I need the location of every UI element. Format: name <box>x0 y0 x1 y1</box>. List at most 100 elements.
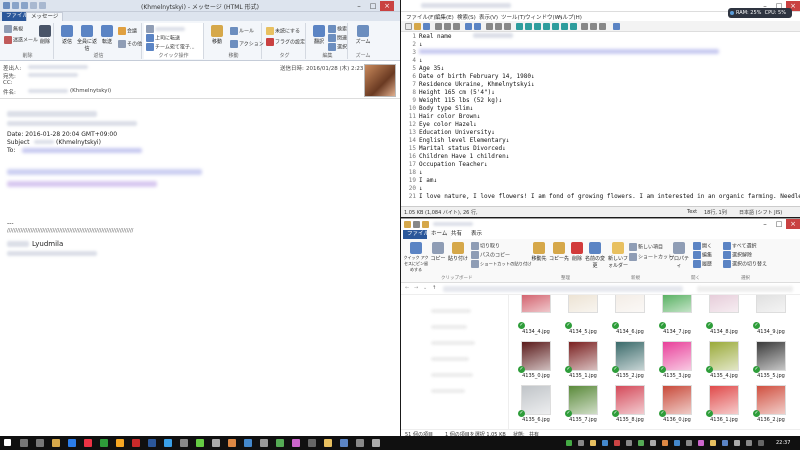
forward-button[interactable]: 転送 <box>96 25 118 45</box>
taskbar-app-icon[interactable] <box>292 439 300 447</box>
file-thumbnail[interactable] <box>709 385 739 415</box>
find-next-icon[interactable] <box>495 23 502 30</box>
search-box-blurred[interactable] <box>697 286 793 292</box>
save-icon[interactable] <box>3 2 10 9</box>
meeting-button[interactable]: 会議 <box>118 27 137 35</box>
toolbar-tool-icon[interactable] <box>552 23 559 30</box>
menu-view[interactable]: 表示(V) <box>479 13 498 21</box>
taskbar-app-icon[interactable] <box>324 439 332 447</box>
file-name[interactable]: 4135_8.jpg <box>610 417 650 423</box>
copy-button[interactable]: コピー <box>429 242 447 262</box>
tray-icon[interactable] <box>686 440 692 446</box>
file-name[interactable]: 4135_1.jpg <box>563 373 603 379</box>
junk-button[interactable]: 迷惑メール <box>4 36 38 44</box>
tray-icon[interactable] <box>710 440 716 446</box>
up-arrow-icon[interactable]: ↑ <box>432 285 436 291</box>
file-thumbnail[interactable] <box>756 295 786 313</box>
reply-all-button[interactable]: 全員に返信 <box>76 25 98 52</box>
outlook-taskbar-icon[interactable] <box>148 439 156 447</box>
tab-share[interactable]: 共有 <box>447 230 466 239</box>
tray-icon[interactable] <box>638 440 644 446</box>
tray-icon[interactable] <box>614 440 620 446</box>
maximize-icon[interactable]: □ <box>772 219 786 229</box>
settings-icon[interactable] <box>599 23 606 30</box>
menu-tools[interactable]: ツール(T) <box>501 13 525 21</box>
task-view-icon[interactable] <box>36 439 44 447</box>
quick-step-blurred[interactable] <box>146 25 185 33</box>
file-thumbnail[interactable] <box>709 295 739 313</box>
toolbar-tool-icon[interactable] <box>525 23 532 30</box>
cut-button[interactable]: 切り取り <box>471 242 500 250</box>
paste-icon[interactable] <box>453 23 460 30</box>
copy-to-button[interactable]: コピー先 <box>549 242 569 262</box>
taskbar-app-icon[interactable] <box>372 439 380 447</box>
file-thumbnail[interactable] <box>521 341 551 371</box>
properties-icon[interactable] <box>413 221 420 228</box>
file-thumbnail[interactable] <box>756 341 786 371</box>
paste-shortcut-button[interactable]: ショートカットの貼り付け <box>471 260 532 268</box>
file-explorer-icon[interactable] <box>52 439 60 447</box>
taskbar-app-icon[interactable] <box>180 439 188 447</box>
actions-button[interactable]: アクション <box>230 40 264 48</box>
network-icon[interactable] <box>722 440 728 446</box>
file-name[interactable]: 4134_9.jpg <box>751 329 791 335</box>
volume-icon[interactable] <box>734 440 740 446</box>
ignore-button[interactable]: 無視 <box>4 25 23 33</box>
cut-icon[interactable] <box>435 23 442 30</box>
select-all-button[interactable]: すべて選択 <box>723 242 756 250</box>
team-email-button[interactable]: チーム宛て電子... <box>146 43 195 51</box>
file-thumbnail[interactable] <box>662 385 692 415</box>
file-name[interactable]: 4134_6.jpg <box>610 329 650 335</box>
tray-icon[interactable] <box>590 440 596 446</box>
replace-icon[interactable] <box>504 23 511 30</box>
undo-icon[interactable] <box>12 2 19 9</box>
taskbar-clock[interactable]: 22:37 <box>776 440 790 446</box>
tray-icon[interactable] <box>578 440 584 446</box>
menu-file[interactable]: ファイル(F) <box>406 13 435 21</box>
windows-start-icon[interactable] <box>4 439 11 446</box>
forward-arrow-icon[interactable]: → <box>414 285 418 291</box>
toolbar-tool-icon[interactable] <box>534 23 541 30</box>
redo-icon[interactable] <box>21 2 28 9</box>
taskbar-app-icon[interactable] <box>212 439 220 447</box>
followup-button[interactable]: フラグの設定 <box>266 38 305 46</box>
undo-icon[interactable] <box>465 23 472 30</box>
taskbar-app-icon[interactable] <box>132 439 140 447</box>
link-icon[interactable] <box>613 23 620 30</box>
toolbar-tool-icon[interactable] <box>561 23 568 30</box>
file-name[interactable]: 4134_4.jpg <box>516 329 556 335</box>
file-name[interactable]: 4134_5.jpg <box>563 329 603 335</box>
rename-button[interactable]: 名前の変更 <box>585 242 605 269</box>
nav-item-blurred[interactable] <box>431 341 475 345</box>
file-thumbnail[interactable] <box>756 385 786 415</box>
close-icon[interactable]: × <box>786 219 800 229</box>
open-button[interactable]: 開く <box>693 242 712 250</box>
taskbar-app-icon[interactable] <box>276 439 284 447</box>
move-to-button[interactable]: 移動先 <box>529 242 549 262</box>
delete-button[interactable]: 削除 <box>34 25 56 45</box>
tab-message[interactable]: メッセージ <box>26 12 64 21</box>
tray-icon[interactable] <box>602 440 608 446</box>
tray-icon[interactable] <box>662 440 668 446</box>
nav-item-blurred[interactable] <box>431 389 465 393</box>
new-file-icon[interactable] <box>405 23 412 30</box>
edit-button[interactable]: 編集 <box>693 251 712 259</box>
taskbar-app-icon[interactable] <box>196 439 204 447</box>
properties-button[interactable]: プロパティ <box>667 242 691 269</box>
file-name[interactable]: 4136_0.jpg <box>657 417 697 423</box>
file-name[interactable]: 4135_4.jpg <box>704 373 744 379</box>
menu-edit[interactable]: 編集(E) <box>435 13 454 21</box>
tray-icon[interactable] <box>626 440 632 446</box>
blurred-email-link[interactable] <box>22 148 142 153</box>
new-folder-icon[interactable] <box>422 221 429 228</box>
down-arrow-icon[interactable] <box>39 2 46 9</box>
file-name[interactable]: 4135_3.jpg <box>657 373 697 379</box>
file-name[interactable]: 4135_2.jpg <box>610 373 650 379</box>
tray-icon[interactable] <box>698 440 704 446</box>
notification-icon[interactable] <box>758 440 764 446</box>
taskbar-app-icon[interactable] <box>340 439 348 447</box>
file-thumbnail[interactable] <box>568 385 598 415</box>
taskbar-app-icon[interactable] <box>260 439 268 447</box>
file-name[interactable]: 4135_5.jpg <box>751 373 791 379</box>
file-thumbnail[interactable] <box>521 295 551 313</box>
